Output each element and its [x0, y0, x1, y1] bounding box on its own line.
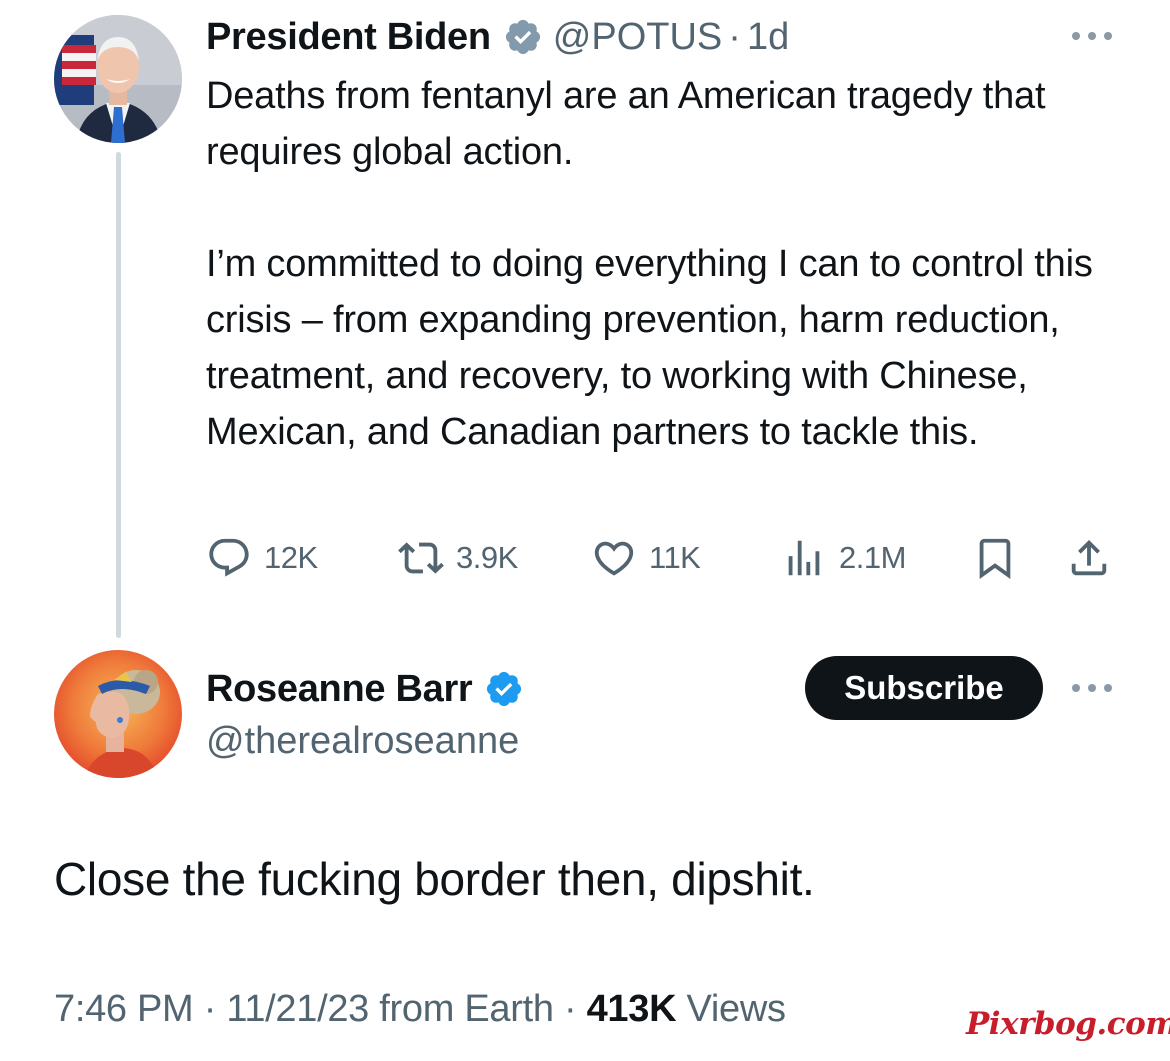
author-display-name[interactable]: President Biden — [206, 16, 491, 59]
separator-dot: · — [728, 15, 741, 58]
reply-icon — [206, 535, 252, 581]
heart-icon — [591, 535, 637, 581]
retweet-count: 3.9K — [456, 540, 518, 575]
tweet-paragraph: Deaths from fentanyl are an American tra… — [206, 75, 1046, 173]
tweet-action-bar: 12K 3.9K 11K 2.1M — [206, 530, 1116, 586]
view-count: 2.1M — [839, 540, 906, 575]
retweet-icon — [398, 535, 444, 581]
reply-time[interactable]: 7:46 PM — [54, 988, 194, 1030]
like-count: 11K — [649, 540, 701, 575]
verified-badge-gray-icon[interactable] — [503, 17, 543, 57]
thread-connector-line — [116, 152, 121, 638]
separator-dot: · — [563, 988, 577, 1030]
reply-more-options-icon[interactable] — [1072, 682, 1112, 694]
bookmark-icon — [972, 535, 1018, 581]
analytics-bars-icon — [781, 535, 827, 581]
tweet-timestamp[interactable]: 1d — [747, 16, 789, 59]
verified-badge-blue-icon[interactable] — [484, 669, 524, 709]
share-icon — [1066, 535, 1112, 581]
reply-date[interactable]: 11/21/23 — [226, 988, 369, 1030]
tweet-body: Deaths from fentanyl are an American tra… — [206, 68, 1146, 460]
tweet-paragraph: I’m committed to doing everything I can … — [206, 243, 1093, 453]
reply-count: 12K — [264, 540, 318, 575]
more-options-icon[interactable] — [1072, 30, 1112, 42]
biden-avatar[interactable] — [54, 15, 182, 143]
subscribe-button[interactable]: Subscribe — [805, 656, 1043, 720]
reply-header: Roseanne Barr — [206, 664, 524, 714]
reply-author-display-name[interactable]: Roseanne Barr — [206, 668, 473, 711]
views-button[interactable]: 2.1M — [781, 530, 906, 586]
reply-source: from Earth — [379, 988, 554, 1030]
site-watermark: Pixrbog.com — [966, 1006, 1170, 1042]
reply-body: Close the fucking border then, dipshit. — [54, 853, 815, 905]
like-button[interactable]: 11K — [591, 530, 701, 586]
tweet-header: President Biden @POTUS · 1d — [206, 12, 789, 62]
reply-meta: 7:46 PM · 11/21/23 from Earth · 413K Vie… — [54, 988, 786, 1031]
reply-author-handle[interactable]: @therealroseanne — [206, 720, 519, 763]
author-handle[interactable]: @POTUS — [553, 16, 722, 59]
share-button[interactable] — [1066, 530, 1112, 586]
reply-button[interactable]: 12K — [206, 530, 318, 586]
retweet-button[interactable]: 3.9K — [398, 530, 518, 586]
separator-dot: · — [203, 988, 217, 1030]
reply-views-label: Views — [686, 988, 786, 1030]
barr-avatar[interactable] — [54, 650, 182, 778]
reply-views-count[interactable]: 413K — [587, 988, 677, 1030]
bookmark-button[interactable] — [972, 530, 1018, 586]
